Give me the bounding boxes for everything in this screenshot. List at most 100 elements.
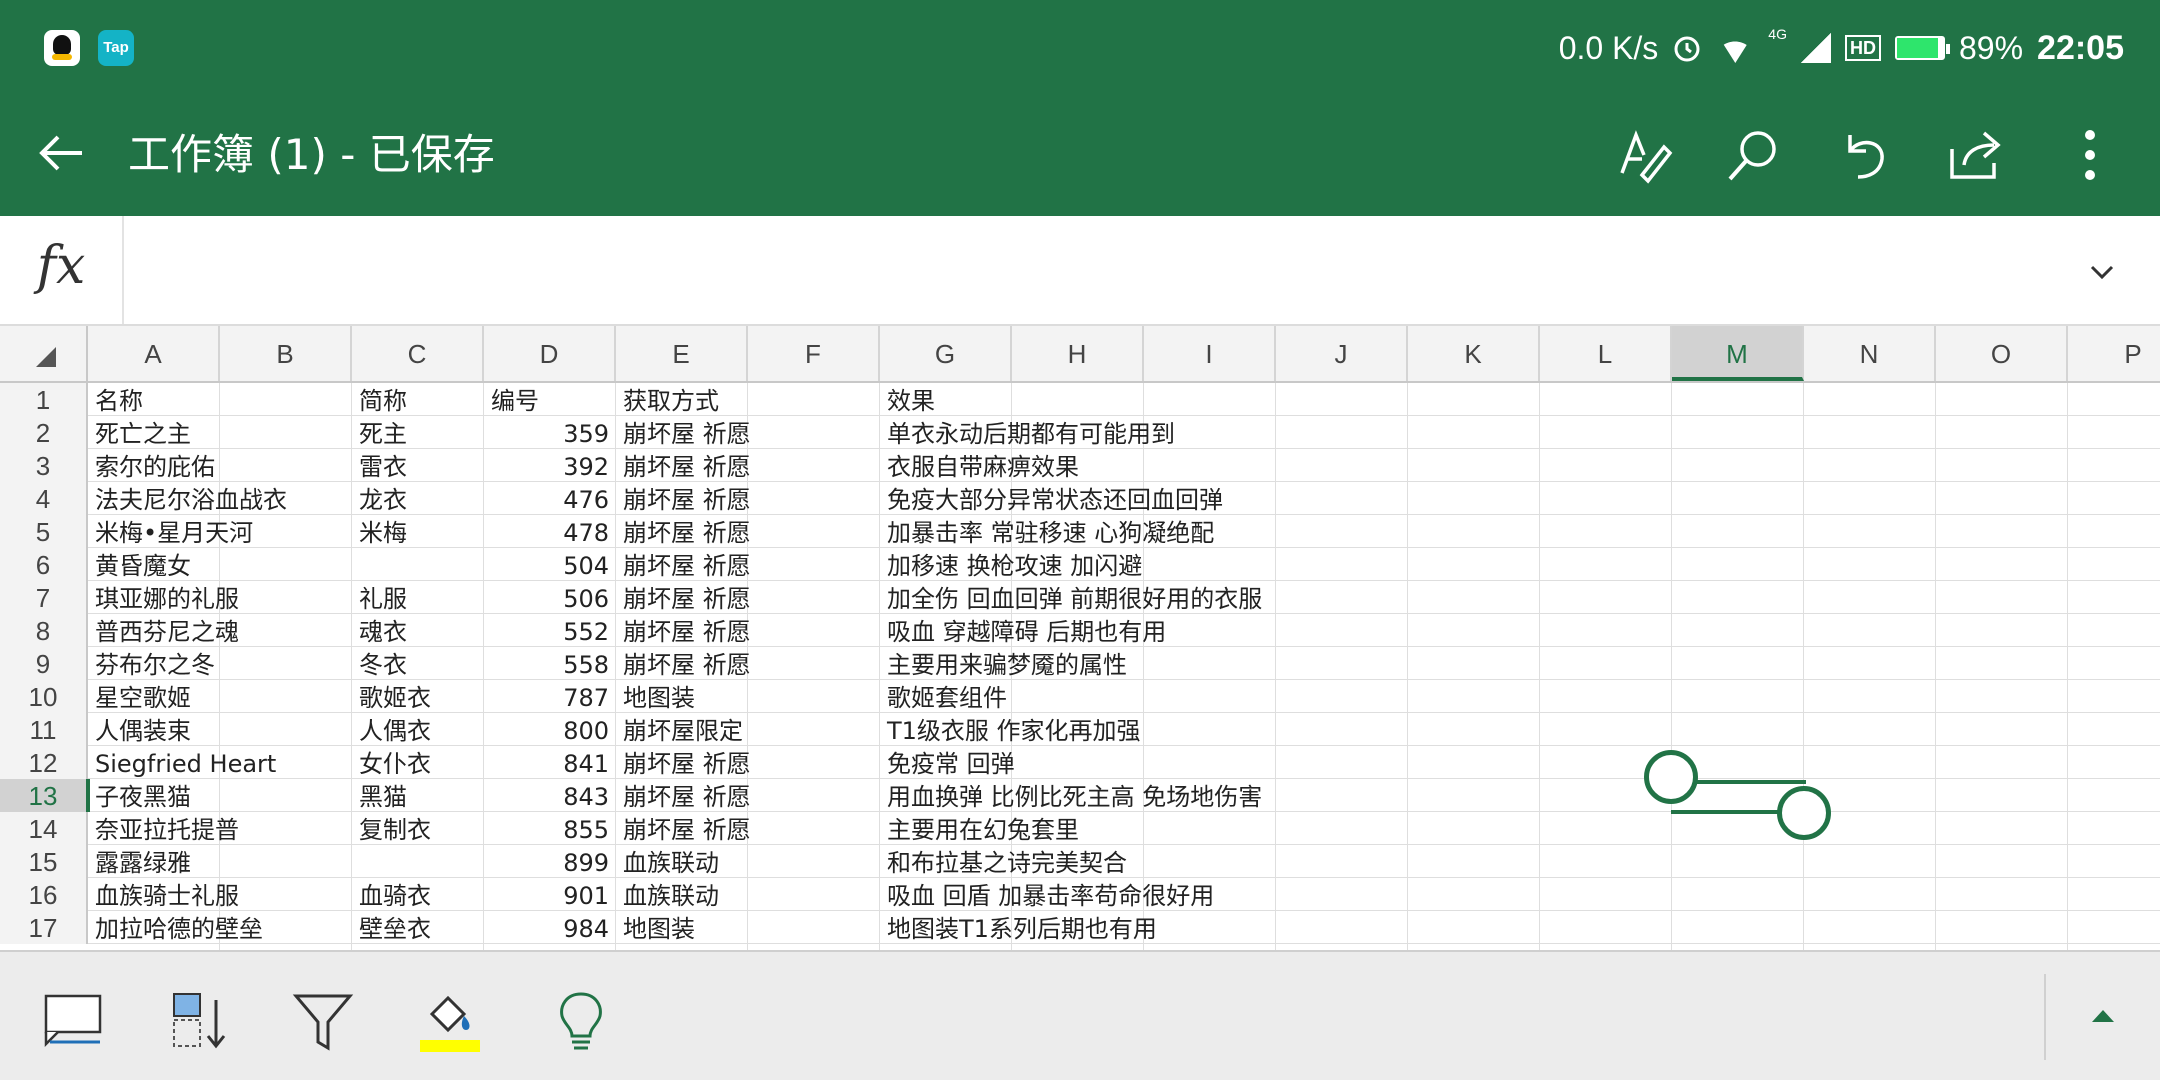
cell-g[interactable]: 歌姬套组件 [880,680,1012,713]
cell-e[interactable]: 崩坏屋 祈愿 [616,812,751,845]
row-header[interactable]: 7 [0,581,88,614]
row-header[interactable]: 2 [0,416,88,449]
cell-a[interactable]: 法夫尼尔浴血战衣 [88,482,287,515]
row-header[interactable]: 14 [0,812,88,845]
chevron-up-icon[interactable] [2088,1000,2118,1030]
cell-a[interactable]: 死亡之主 [88,416,220,449]
cell-e[interactable]: 崩坏屋 祈愿 [616,515,751,548]
sort-icon[interactable] [168,990,230,1052]
row-header[interactable]: 16 [0,878,88,911]
fill-color-icon[interactable] [418,990,480,1052]
share-icon[interactable] [1944,125,2004,185]
cell-a[interactable]: 米梅•星月天河 [88,515,253,548]
spreadsheet-grid[interactable]: ABCDEFGHIJKLMNOP 1 名称 简称 编号 获取方式 效果 2 死亡之主 死主 359… [0,326,2160,950]
cell-d[interactable]: 800 [484,713,616,746]
back-arrow-icon[interactable] [34,125,90,181]
cell-e[interactable]: 血族联动 [616,845,748,878]
draw-pen-icon[interactable] [1614,125,1674,185]
cell-d[interactable]: 编号 [484,383,616,416]
cell-a[interactable]: 血族骑士礼服 [88,878,239,911]
more-vertical-icon[interactable] [2060,125,2120,185]
cell-g[interactable]: 主要用来骗梦魇的属性 [880,647,1127,680]
cell-e[interactable]: 崩坏屋 祈愿 [616,449,751,482]
cell-a[interactable]: 星空歌姬 [88,680,220,713]
cell-c[interactable]: 复制衣 [352,812,484,845]
row-header[interactable]: 12 [0,746,88,779]
cell-e[interactable]: 崩坏屋 祈愿 [616,581,751,614]
cell-g[interactable]: 免疫常 回弹 [880,746,1015,779]
cell-d[interactable]: 841 [484,746,616,779]
cell-a[interactable]: 加拉哈德的壁垒 [88,911,263,944]
cell-d[interactable]: 899 [484,845,616,878]
cell-a[interactable]: 芬布尔之冬 [88,647,220,680]
cell-g[interactable]: 效果 [880,383,1012,416]
row-header[interactable]: 10 [0,680,88,713]
cell-e[interactable]: 崩坏屋 祈愿 [616,746,751,779]
cell-c[interactable]: 冬衣 [352,647,484,680]
cell-a[interactable]: 索尔的庇佑 [88,449,220,482]
column-header-m[interactable]: M [1672,326,1804,381]
cell-d[interactable]: 359 [484,416,616,449]
cell-c[interactable]: 女仆衣 [352,746,484,779]
cell-e[interactable]: 获取方式 [616,383,748,416]
cell-d[interactable]: 552 [484,614,616,647]
row-header[interactable]: 6 [0,548,88,581]
cell-g[interactable]: 免疫大部分异常状态还回血回弹 [880,482,1223,515]
row-header[interactable]: 11 [0,713,88,746]
selection-handle-start[interactable] [1644,750,1698,804]
column-header-p[interactable]: P [2068,326,2160,381]
undo-icon[interactable] [1834,125,1894,185]
cell-d[interactable]: 901 [484,878,616,911]
cell-g[interactable]: 和布拉基之诗完美契合 [880,845,1127,878]
cell-a[interactable]: 名称 [88,383,220,416]
cell-g[interactable]: 吸血 穿越障碍 后期也有用 [880,614,1166,647]
cell-e[interactable]: 地图装 [616,680,748,713]
chevron-down-icon[interactable] [2084,254,2120,290]
row-header[interactable]: 4 [0,482,88,515]
cell-e[interactable]: 崩坏屋 祈愿 [616,614,751,647]
cell-d[interactable]: 558 [484,647,616,680]
filter-icon[interactable] [292,990,354,1052]
cell-g[interactable]: 加移速 换枪攻速 加闪避 [880,548,1142,581]
column-header-a[interactable]: A [88,326,220,381]
row-header[interactable]: 8 [0,614,88,647]
row-header[interactable]: 1 [0,383,88,416]
column-header-i[interactable]: I [1144,326,1276,381]
cell-g[interactable]: 单衣永动后期都有可能用到 [880,416,1175,449]
search-icon[interactable] [1724,125,1784,185]
cell-g[interactable]: 地图装T1系列后期也有用 [880,911,1157,944]
cell-e[interactable]: 崩坏屋 祈愿 [616,647,751,680]
column-header-o[interactable]: O [1936,326,2068,381]
cell-d[interactable]: 478 [484,515,616,548]
cell-c[interactable]: 死主 [352,416,484,449]
cell-e[interactable]: 崩坏屋 祈愿 [616,779,751,812]
cell-c[interactable]: 血骑衣 [352,878,484,911]
cell-a[interactable]: Siegfried Heart [88,746,276,779]
cell-e[interactable]: 血族联动 [616,878,748,911]
column-header-c[interactable]: C [352,326,484,381]
cell-c[interactable]: 雷衣 [352,449,484,482]
cell-g[interactable]: 吸血 回盾 加暴击率苟命很好用 [880,878,1214,911]
column-header-j[interactable]: J [1276,326,1408,381]
column-header-e[interactable]: E [616,326,748,381]
cell-d[interactable]: 392 [484,449,616,482]
cell-d[interactable]: 843 [484,779,616,812]
cell-c[interactable]: 魂衣 [352,614,484,647]
lightbulb-icon[interactable] [550,990,612,1052]
cell-c[interactable]: 黑猫 [352,779,484,812]
cell-c[interactable]: 礼服 [352,581,484,614]
column-header-k[interactable]: K [1408,326,1540,381]
cell-g[interactable]: 加暴击率 常驻移速 心狗凝绝配 [880,515,1214,548]
column-header-n[interactable]: N [1804,326,1936,381]
cell-a[interactable]: 普西芬尼之魂 [88,614,239,647]
column-header-l[interactable]: L [1540,326,1672,381]
row-header[interactable]: 5 [0,515,88,548]
cell-g[interactable]: 加全伤 回血回弹 前期很好用的衣服 [880,581,1262,614]
select-all-corner[interactable] [0,326,88,381]
cell-a[interactable]: 黄昏魔女 [88,548,220,581]
cell-c[interactable]: 龙衣 [352,482,484,515]
cell-e[interactable]: 崩坏屋 祈愿 [616,482,751,515]
row-header[interactable]: 13 [0,779,90,812]
cell-g[interactable]: 用血换弹 比例比死主高 免场地伤害 [880,779,1262,812]
cell-e[interactable]: 地图装 [616,911,748,944]
